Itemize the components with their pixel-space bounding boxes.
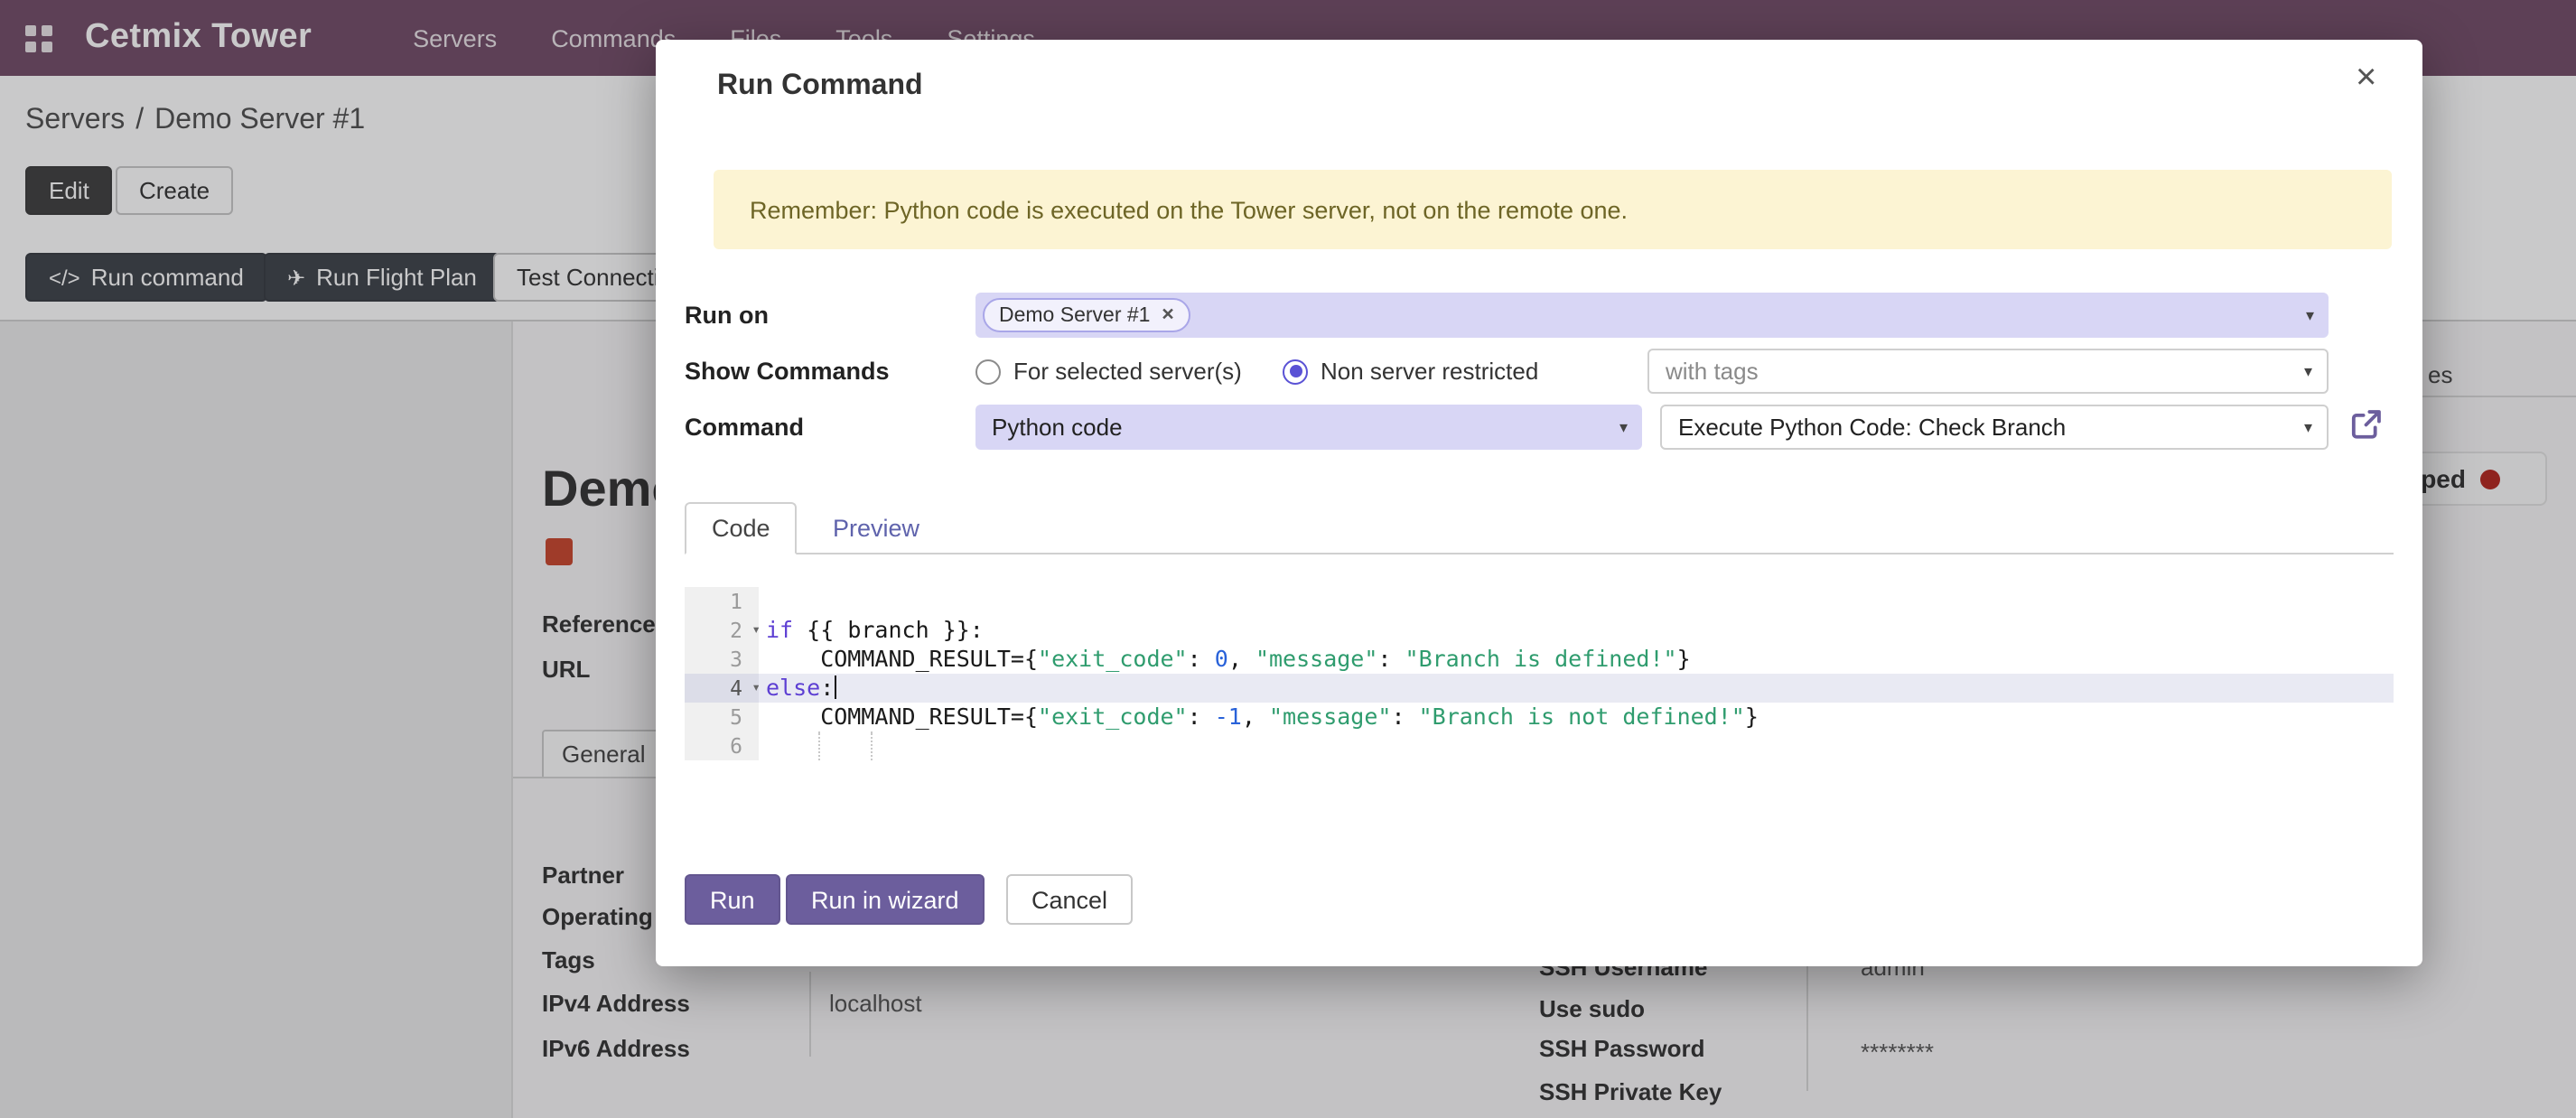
run-on-select[interactable]: Demo Server #1 ✕ ▾ (975, 293, 2329, 338)
editor-line-1[interactable]: 1 (685, 587, 2394, 616)
run-command-modal: Run Command × Remember: Python code is e… (656, 40, 2422, 966)
gutter-line-number: 1 (685, 587, 759, 616)
gutter-line-number: 6 (685, 731, 759, 760)
editor-line-5[interactable]: 5 COMMAND_RESULT={"exit_code": -1, "mess… (685, 703, 2394, 731)
code-line-content[interactable] (759, 731, 2394, 760)
radio-label-non-restricted[interactable]: Non server restricted (1321, 358, 1538, 385)
editor-line-3[interactable]: 3 COMMAND_RESULT={"exit_code": 0, "messa… (685, 645, 2394, 674)
chevron-down-icon: ▾ (2304, 361, 2312, 381)
editor-line-2[interactable]: 2▾if {{ branch }}: (685, 616, 2394, 645)
gutter-line-number: 4▾ (685, 674, 759, 703)
run-in-wizard-button[interactable]: Run in wizard (786, 874, 985, 925)
command-type-select[interactable]: Python code ▾ (975, 405, 1642, 450)
command-label: Command (685, 414, 804, 441)
remove-tag-icon[interactable]: ✕ (1161, 305, 1174, 325)
code-editor[interactable]: 12▾if {{ branch }}:3 COMMAND_RESULT={"ex… (685, 587, 2394, 760)
cancel-button[interactable]: Cancel (1006, 874, 1133, 925)
close-icon[interactable]: × (2356, 60, 2376, 96)
run-button[interactable]: Run (685, 874, 780, 925)
with-tags-select[interactable]: with tags ▾ (1647, 349, 2329, 394)
chevron-down-icon: ▾ (2304, 417, 2312, 437)
server-tag-chip[interactable]: Demo Server #1 ✕ (983, 298, 1191, 332)
radio-non-server-restricted[interactable]: Non server restricted (1283, 349, 1538, 394)
command-select[interactable]: Execute Python Code: Check Branch ▾ (1660, 405, 2329, 450)
indent-guide (818, 731, 820, 760)
chevron-down-icon: ▾ (2306, 305, 2314, 325)
radio-circle-checked[interactable] (1283, 359, 1308, 384)
command-value: Execute Python Code: Check Branch (1678, 414, 2066, 441)
external-link-icon[interactable] (2350, 408, 2383, 441)
warning-alert: Remember: Python code is executed on the… (714, 170, 2392, 249)
code-line-content[interactable] (759, 587, 2394, 616)
tab-preview[interactable]: Preview (815, 502, 938, 554)
with-tags-placeholder: with tags (1666, 358, 1759, 385)
gutter-line-number: 3 (685, 645, 759, 674)
radio-circle-unchecked[interactable] (975, 359, 1001, 384)
code-line-content[interactable]: COMMAND_RESULT={"exit_code": -1, "messag… (759, 703, 2394, 731)
radio-label-selected-servers[interactable]: For selected server(s) (1013, 358, 1242, 385)
command-type-value: Python code (992, 414, 1123, 441)
show-commands-label: Show Commands (685, 358, 890, 385)
code-line-content[interactable]: if {{ branch }}: (759, 616, 2394, 645)
run-on-label: Run on (685, 302, 769, 329)
modal-title: Run Command (717, 70, 923, 103)
tabbar-divider (685, 553, 2394, 554)
gutter-line-number: 5 (685, 703, 759, 731)
gutter-line-number: 2▾ (685, 616, 759, 645)
chevron-down-icon: ▾ (1619, 417, 1628, 437)
editor-line-4[interactable]: 4▾else: (685, 674, 2394, 703)
code-line-content[interactable]: COMMAND_RESULT={"exit_code": 0, "message… (759, 645, 2394, 674)
server-tag-label: Demo Server #1 (999, 304, 1150, 326)
radio-for-selected-servers[interactable]: For selected server(s) (975, 349, 1242, 394)
tab-code[interactable]: Code (685, 502, 798, 554)
editor-line-6[interactable]: 6 (685, 731, 2394, 760)
text-cursor (834, 675, 836, 699)
screen: Cetmix Tower Servers Commands Files Tool… (0, 0, 2576, 1118)
code-line-content[interactable]: else: (759, 674, 2394, 703)
indent-guide (871, 731, 873, 760)
